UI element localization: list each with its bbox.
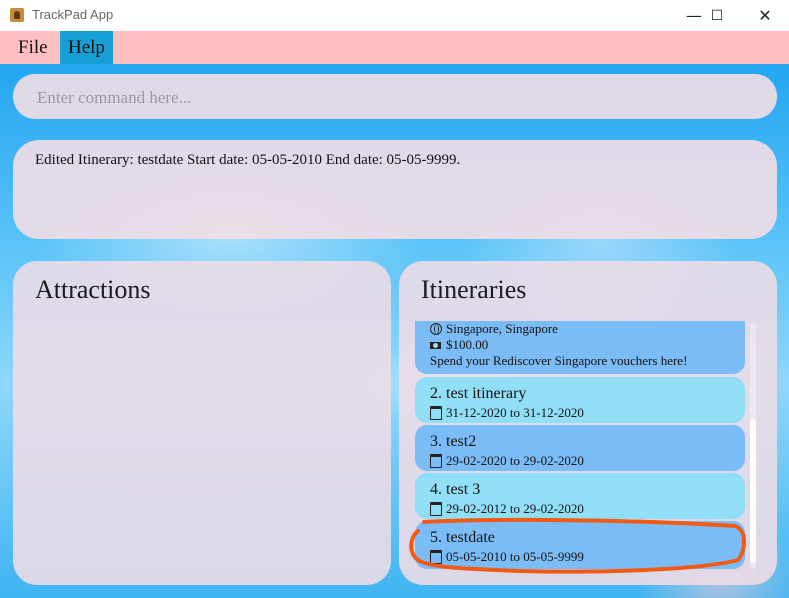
globe-icon [430,323,442,335]
itinerary-dates: 29-02-2012 to 29-02-2020 [430,501,584,517]
itinerary-title: 2. test itinerary [430,385,527,402]
itineraries-list[interactable]: Singapore, Singapore $100.00 Spend your … [415,321,746,571]
itinerary-dates: 05-05-2010 to 05-05-9999 [430,549,584,565]
itinerary-title: 5. testdate [430,529,495,546]
scrollbar-thumb[interactable] [750,419,756,563]
maximize-button[interactable]: ☐ [694,0,740,31]
itinerary-title: 4. test 3 [430,481,481,498]
scrollbar-track[interactable] [750,323,756,569]
description-line: Spend your Rediscover Singapore vouchers… [430,353,687,369]
attractions-title: Attractions [35,275,151,304]
calendar-icon [430,406,442,420]
price-text: $100.00 [446,337,489,352]
itineraries-title: Itineraries [421,275,527,304]
itinerary-title: 3. test2 [430,433,477,450]
title-bar: TrackPad App — ☐ ✕ [0,0,789,32]
price-line: $100.00 [430,337,488,353]
calendar-icon [430,502,442,516]
itinerary-card-selected[interactable]: 5. testdate 05-05-2010 to 05-05-9999 [415,521,745,569]
itinerary-dates-text: 31-12-2020 to 31-12-2020 [446,405,584,420]
command-input[interactable] [35,74,759,121]
itinerary-dates-text: 29-02-2012 to 29-02-2020 [446,501,584,516]
itinerary-dates: 29-02-2020 to 29-02-2020 [430,453,584,469]
window-title: TrackPad App [32,7,114,22]
itinerary-card[interactable]: 2. test itinerary 31-12-2020 to 31-12-20… [415,377,745,423]
itinerary-card-partial[interactable]: Singapore, Singapore $100.00 Spend your … [415,321,745,374]
app-icon [10,8,24,22]
itinerary-dates-text: 29-02-2020 to 29-02-2020 [446,453,584,468]
menu-file[interactable]: File [10,31,56,64]
result-display: Edited Itinerary: testdate Start date: 0… [13,140,777,239]
close-icon: ✕ [758,6,772,25]
itinerary-card[interactable]: 3. test2 29-02-2020 to 29-02-2020 [415,425,745,471]
itineraries-panel: Itineraries Singapore, Singapore $100.00… [399,261,777,585]
itinerary-dates: 31-12-2020 to 31-12-2020 [430,405,584,421]
menu-help[interactable]: Help [60,31,113,64]
command-box [13,74,777,121]
calendar-icon [430,454,442,468]
itinerary-card[interactable]: 4. test 3 29-02-2012 to 29-02-2020 [415,473,745,519]
menu-bar: File Help [0,31,789,64]
attractions-list[interactable] [29,321,360,571]
money-icon [430,341,441,349]
maximize-icon: ☐ [710,7,724,24]
location-text: Singapore, Singapore [446,321,558,336]
itinerary-dates-text: 05-05-2010 to 05-05-9999 [446,549,584,564]
location-line: Singapore, Singapore [430,321,558,337]
attractions-panel: Attractions [13,261,391,585]
description-text: Spend your Rediscover Singapore vouchers… [430,353,688,368]
result-text: Edited Itinerary: testdate Start date: 0… [35,152,461,168]
close-button[interactable]: ✕ [742,0,788,31]
calendar-icon [430,550,442,564]
